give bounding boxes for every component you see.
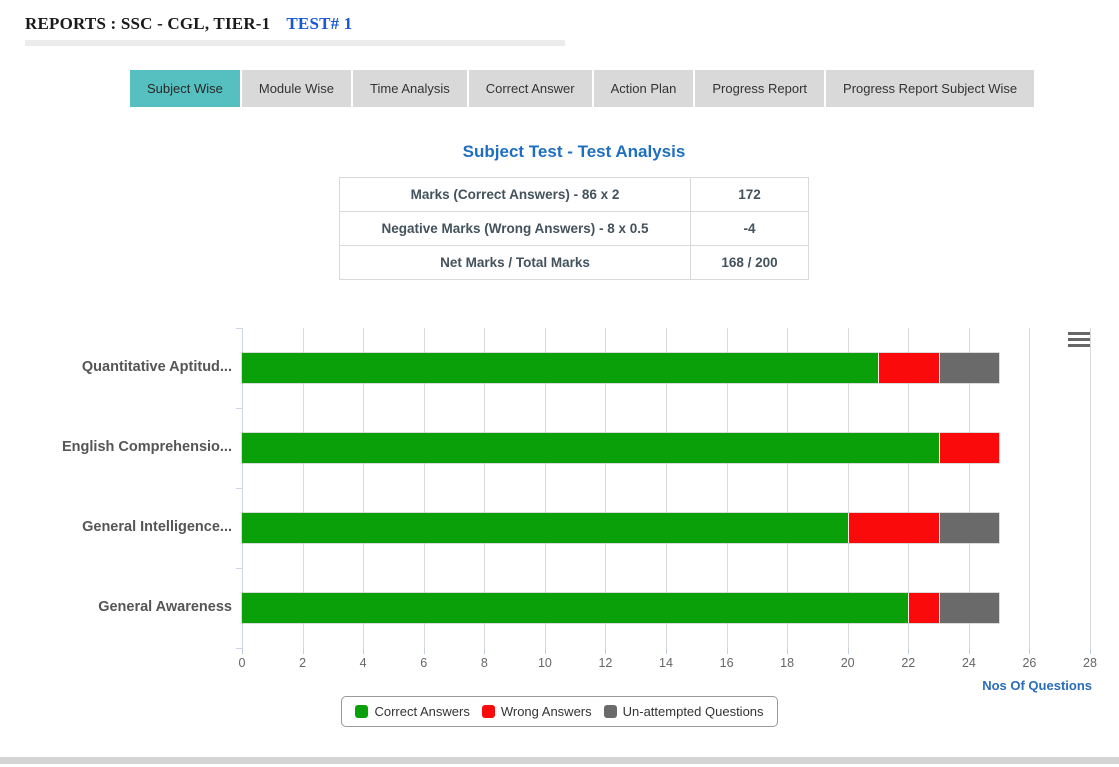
test-number-link[interactable]: TEST# 1 xyxy=(286,14,352,33)
bar-segment-un-attempted-questions[interactable] xyxy=(939,513,1000,543)
chart-legend: Correct Answers Wrong Answers Un-attempted… xyxy=(341,696,777,727)
x-tick-label: 0 xyxy=(224,656,260,670)
bar-segment-correct-answers[interactable] xyxy=(242,513,848,543)
x-axis-title: Nos Of Questions xyxy=(982,678,1092,693)
tab-progress-report-subject-wise[interactable]: Progress Report Subject Wise xyxy=(826,70,1034,107)
bar-segment-wrong-answers[interactable] xyxy=(939,433,1000,463)
category-label-general-intelligence: General Intelligence... xyxy=(0,519,232,535)
x-axis-tick xyxy=(727,648,728,654)
subject-chart: Nos Of Questions 02468101214161820222426… xyxy=(0,320,1119,694)
category-label-general-awareness: General Awareness xyxy=(0,599,232,615)
tab-subject-wise[interactable]: Subject Wise xyxy=(130,70,240,107)
legend-item-correct-answers[interactable]: Correct Answers xyxy=(355,704,469,719)
x-axis-tick xyxy=(605,648,606,654)
x-axis-tick xyxy=(848,648,849,654)
x-axis-tick xyxy=(969,648,970,654)
bar-row-english-comprehensio xyxy=(242,433,999,463)
tab-progress-report[interactable]: Progress Report xyxy=(695,70,824,107)
legend-swatch-wrong-answers xyxy=(482,705,495,718)
x-tick-label: 2 xyxy=(285,656,321,670)
x-tick-label: 22 xyxy=(890,656,926,670)
bar-segment-wrong-answers[interactable] xyxy=(908,593,938,623)
x-axis-tick xyxy=(1029,648,1030,654)
bar-segment-un-attempted-questions[interactable] xyxy=(939,353,1000,383)
page-title: REPORTS : SSC - CGL, TIER-1 xyxy=(25,14,270,33)
bar-row-general-intelligence xyxy=(242,513,999,543)
category-label-english-comprehensio: English Comprehensio... xyxy=(0,439,232,455)
tab-module-wise[interactable]: Module Wise xyxy=(242,70,351,107)
x-tick-label: 4 xyxy=(345,656,381,670)
table-row: Net Marks / Total Marks168 / 200 xyxy=(340,246,809,280)
category-label-quantitative-aptitud: Quantitative Aptitud... xyxy=(0,359,232,375)
x-axis-tick xyxy=(666,648,667,654)
bar-segment-un-attempted-questions[interactable] xyxy=(939,593,1000,623)
marks-row-label: Net Marks / Total Marks xyxy=(340,246,691,280)
legend-label: Correct Answers xyxy=(374,704,469,719)
breadcrumb: REPORTS : SSC - CGL, TIER-1 TEST# 1 xyxy=(25,14,353,34)
bar-segment-correct-answers[interactable] xyxy=(242,353,878,383)
grid-line xyxy=(1090,328,1091,648)
tab-time-analysis[interactable]: Time Analysis xyxy=(353,70,467,107)
x-tick-label: 6 xyxy=(406,656,442,670)
bar-segment-correct-answers[interactable] xyxy=(242,593,908,623)
x-tick-label: 28 xyxy=(1072,656,1108,670)
y-axis-tick xyxy=(236,408,242,409)
legend-swatch-correct-answers xyxy=(355,705,368,718)
marks-row-label: Negative Marks (Wrong Answers) - 8 x 0.5 xyxy=(340,212,691,246)
x-axis-tick xyxy=(424,648,425,654)
bar-row-general-awareness xyxy=(242,593,999,623)
legend-label: Un-attempted Questions xyxy=(623,704,764,719)
chart-legend-wrap: Correct Answers Wrong Answers Un-attempted… xyxy=(0,696,1119,727)
reports-page: REPORTS : SSC - CGL, TIER-1 TEST# 1 Subje… xyxy=(0,0,1119,767)
x-axis-tick xyxy=(303,648,304,654)
legend-item-wrong-answers[interactable]: Wrong Answers xyxy=(482,704,592,719)
table-row: Negative Marks (Wrong Answers) - 8 x 0.5… xyxy=(340,212,809,246)
table-row: Marks (Correct Answers) - 86 x 2172 xyxy=(340,178,809,212)
x-axis-tick xyxy=(908,648,909,654)
x-axis-tick xyxy=(484,648,485,654)
x-tick-label: 12 xyxy=(587,656,623,670)
x-tick-label: 10 xyxy=(527,656,563,670)
y-axis-tick xyxy=(236,568,242,569)
x-axis-tick xyxy=(363,648,364,654)
chart-menu-icon[interactable] xyxy=(1068,332,1090,350)
tab-action-plan[interactable]: Action Plan xyxy=(594,70,694,107)
x-tick-label: 8 xyxy=(466,656,502,670)
analysis-section: Subject Test - Test Analysis Marks (Corr… xyxy=(339,142,809,280)
y-axis-tick xyxy=(236,328,242,329)
x-tick-label: 24 xyxy=(951,656,987,670)
x-tick-label: 26 xyxy=(1011,656,1047,670)
marks-row-value: 172 xyxy=(691,178,809,212)
x-axis-tick xyxy=(1090,648,1091,654)
marks-row-value: -4 xyxy=(691,212,809,246)
bar-row-quantitative-aptitud xyxy=(242,353,999,383)
x-tick-label: 18 xyxy=(769,656,805,670)
bar-segment-wrong-answers[interactable] xyxy=(848,513,939,543)
y-axis-tick xyxy=(236,648,242,649)
legend-label: Wrong Answers xyxy=(501,704,592,719)
x-tick-label: 20 xyxy=(830,656,866,670)
bar-segment-correct-answers[interactable] xyxy=(242,433,939,463)
marks-row-label: Marks (Correct Answers) - 86 x 2 xyxy=(340,178,691,212)
x-axis-tick xyxy=(787,648,788,654)
report-tabs: Subject WiseModule WiseTime AnalysisCorr… xyxy=(130,70,1034,107)
tab-correct-answer[interactable]: Correct Answer xyxy=(469,70,592,107)
x-tick-label: 16 xyxy=(709,656,745,670)
x-axis-tick xyxy=(545,648,546,654)
horizontal-scrollbar[interactable] xyxy=(0,757,1119,764)
marks-table: Marks (Correct Answers) - 86 x 2172Negat… xyxy=(339,177,809,280)
x-axis-tick xyxy=(242,648,243,654)
y-axis-tick xyxy=(236,488,242,489)
bar-segment-wrong-answers[interactable] xyxy=(878,353,939,383)
header-divider xyxy=(25,40,565,46)
analysis-title: Subject Test - Test Analysis xyxy=(339,142,809,162)
legend-swatch-un-attempted-questions xyxy=(604,705,617,718)
marks-row-value: 168 / 200 xyxy=(691,246,809,280)
grid-line xyxy=(1029,328,1030,648)
legend-item-un-attempted-questions[interactable]: Un-attempted Questions xyxy=(604,704,764,719)
x-tick-label: 14 xyxy=(648,656,684,670)
